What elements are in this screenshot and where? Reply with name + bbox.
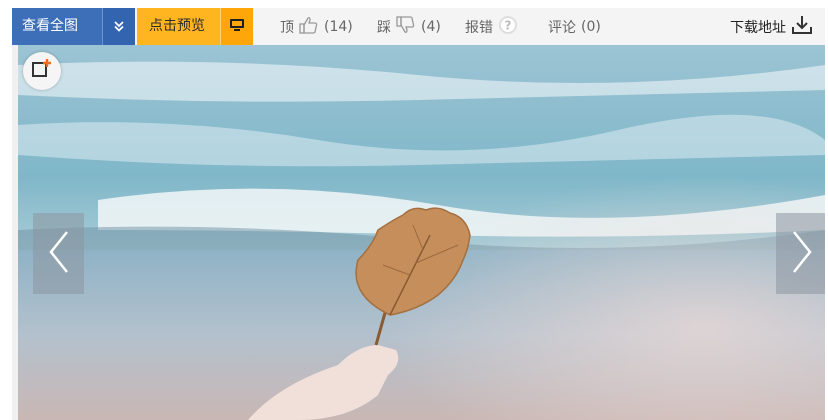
report-error-button[interactable]: 报错 ? xyxy=(465,8,518,45)
image-toolbar: 查看全图 点击预览 顶 (14) 踩 (4) 报错 ? 评论 (0) 下载地址 xyxy=(12,8,825,45)
main-photo[interactable] xyxy=(18,45,825,420)
report-error-label: 报错 xyxy=(465,19,493,36)
download-icon xyxy=(791,15,813,39)
download-button[interactable]: 下载地址 xyxy=(730,8,813,45)
comment-button[interactable]: 评论 (0) xyxy=(548,8,601,45)
vote-up-label: 顶 xyxy=(280,19,294,36)
monitor-icon xyxy=(229,17,245,36)
chevron-left-icon xyxy=(45,230,73,278)
view-all-expand-button[interactable] xyxy=(102,8,135,45)
preview-group: 点击预览 xyxy=(137,8,253,45)
view-all-group: 查看全图 xyxy=(12,8,135,45)
add-collection-icon xyxy=(30,57,54,85)
vote-down-button[interactable]: 踩 (4) xyxy=(377,8,441,45)
beach-leaf-photo xyxy=(18,45,825,420)
svg-text:?: ? xyxy=(505,18,512,32)
add-collection-button[interactable] xyxy=(23,52,61,90)
view-all-button[interactable]: 查看全图 xyxy=(12,8,102,45)
vote-up-button[interactable]: 顶 (14) xyxy=(280,8,353,45)
download-label: 下载地址 xyxy=(730,19,786,36)
comment-count: (0) xyxy=(581,18,601,35)
question-icon: ? xyxy=(498,15,518,39)
thumbs-up-icon xyxy=(299,16,319,38)
vote-up-count: (14) xyxy=(324,18,353,35)
vote-down-count: (4) xyxy=(421,18,441,35)
double-chevron-down-icon xyxy=(113,17,125,36)
previous-image-button[interactable] xyxy=(33,213,84,294)
vote-down-label: 踩 xyxy=(377,19,391,36)
comment-label: 评论 xyxy=(548,19,576,36)
next-image-button[interactable] xyxy=(776,213,825,294)
chevron-right-icon xyxy=(788,230,816,278)
image-viewer: 查看全图 点击预览 顶 (14) 踩 (4) 报错 ? 评论 (0) 下载地址 xyxy=(12,8,825,420)
preview-button[interactable]: 点击预览 xyxy=(137,8,220,45)
preview-screen-button[interactable] xyxy=(220,8,253,45)
thumbs-down-icon xyxy=(396,15,416,38)
